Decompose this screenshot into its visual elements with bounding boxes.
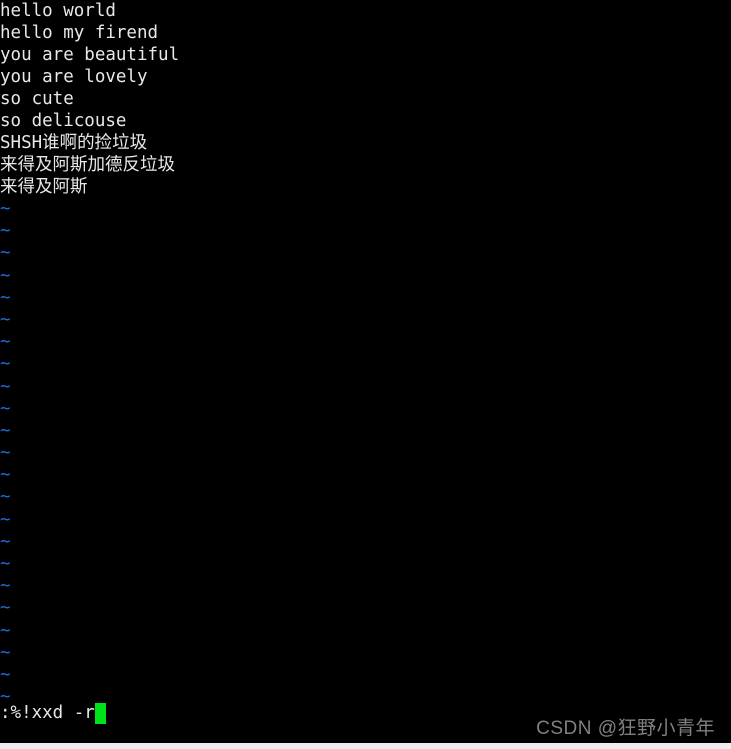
empty-line-marker: ~ <box>0 443 11 464</box>
vim-terminal-window: hello world hello my firend you are beau… <box>0 0 731 749</box>
cursor-block <box>94 702 106 724</box>
empty-line-marker: ~ <box>0 664 11 685</box>
empty-line-marker: ~ <box>0 576 11 597</box>
empty-line-marker: ~ <box>0 465 11 486</box>
bottom-edge-strip <box>0 743 731 749</box>
buffer-line: so cute <box>0 89 74 109</box>
empty-line-marker: ~ <box>0 309 11 330</box>
empty-line-marker: ~ <box>0 354 11 375</box>
vim-command-line[interactable]: :%!xxd -r <box>0 701 106 725</box>
empty-line-marker: ~ <box>0 620 11 641</box>
empty-line-marker: ~ <box>0 642 11 663</box>
buffer-line: 来得及阿斯加德反垃圾 <box>0 155 175 175</box>
empty-line-marker: ~ <box>0 332 11 353</box>
buffer-line: 来得及阿斯 <box>0 177 88 197</box>
csdn-watermark: CSDN @狂野小青年 <box>536 718 715 739</box>
empty-line-marker: ~ <box>0 243 11 264</box>
command-line-text: :%!xxd -r <box>0 703 95 723</box>
empty-line-marker: ~ <box>0 287 11 308</box>
buffer-line: you are lovely <box>0 67 148 87</box>
buffer-line: you are beautiful <box>0 45 180 65</box>
empty-line-marker: ~ <box>0 531 11 552</box>
empty-line-marker: ~ <box>0 509 11 530</box>
empty-line-marker: ~ <box>0 221 11 242</box>
buffer-line: so delicouse <box>0 111 127 131</box>
empty-line-marker: ~ <box>0 487 11 508</box>
buffer-line: hello my firend <box>0 23 159 43</box>
empty-line-marker: ~ <box>0 398 11 419</box>
buffer-line: SHSH谁啊的捡垃圾 <box>0 133 148 153</box>
empty-line-marker: ~ <box>0 265 11 286</box>
empty-line-marker: ~ <box>0 199 11 219</box>
empty-line-marker: ~ <box>0 554 11 574</box>
empty-line-marker: ~ <box>0 420 11 441</box>
empty-line-marker: ~ <box>0 376 11 397</box>
buffer-line: hello world <box>0 1 116 21</box>
empty-line-markers: ~ ~ ~ ~ ~ ~ ~ ~ ~ ~ ~ ~ ~ ~ ~ ~ ~ ~ ~ ~ ~ ~ ~ <box>0 198 40 708</box>
vim-text-buffer[interactable]: hello world hello my firend you are beau… <box>0 0 731 198</box>
empty-line-marker: ~ <box>0 598 11 619</box>
